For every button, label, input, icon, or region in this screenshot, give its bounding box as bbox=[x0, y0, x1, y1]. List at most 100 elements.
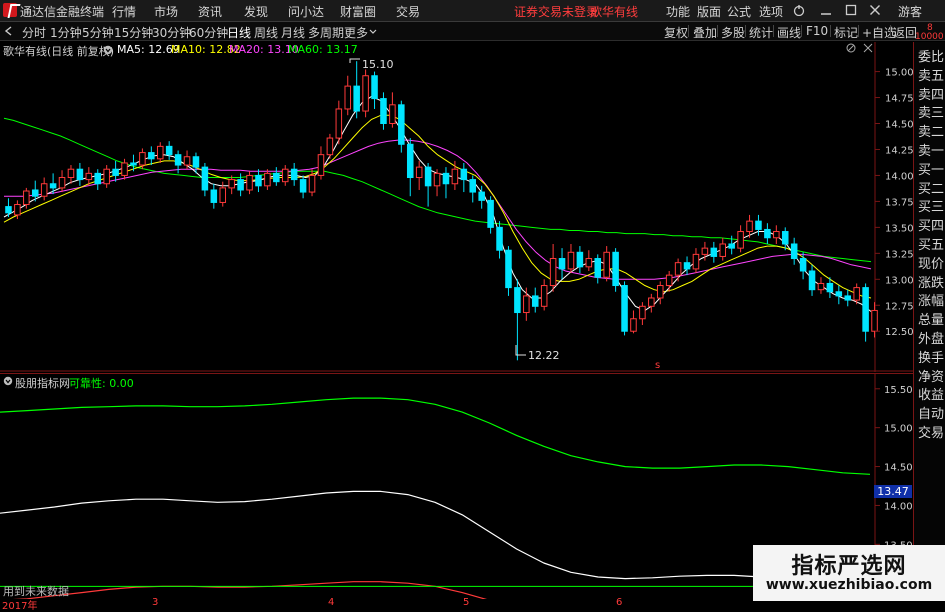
candle-down bbox=[201, 166, 209, 191]
menu-item-news[interactable]: 资讯 bbox=[198, 3, 222, 20]
quote-panel: 委比 卖五 卖四 卖三 卖二 卖一 买一 买二 买三 买四 买五 现价 涨跌 涨幅 总量 外盘 换手 净资 收益 自动… bbox=[913, 42, 945, 599]
period-more[interactable]: 更多 bbox=[344, 24, 368, 41]
candle-up bbox=[540, 285, 548, 307]
menu-item-discover[interactable]: 发现 bbox=[244, 3, 268, 20]
menu-layout[interactable]: 版面 bbox=[697, 3, 721, 20]
candle-down bbox=[531, 295, 539, 307]
btn-draw-line[interactable]: 画线 bbox=[777, 24, 801, 41]
signal-marker: s bbox=[655, 360, 660, 371]
menu-function[interactable]: 功能 bbox=[666, 3, 690, 20]
candle-down bbox=[496, 226, 503, 251]
candle-up bbox=[665, 274, 673, 287]
price-tick-label: 14.00 bbox=[885, 171, 913, 182]
period-toolbar: 分时 1分钟 5分钟 15分钟 30分钟 60分钟 日线 周线 月线 多周期 更… bbox=[0, 22, 945, 41]
period-tick[interactable]: 分时 bbox=[22, 24, 46, 41]
candle-down bbox=[781, 231, 789, 245]
candle-up bbox=[219, 187, 227, 203]
btn-overlay[interactable]: 叠加 bbox=[693, 24, 717, 41]
menu-item-quotes[interactable]: 行情 bbox=[112, 3, 136, 20]
candle-down bbox=[174, 154, 182, 166]
date-label-6: 6 bbox=[616, 597, 623, 608]
candle-up bbox=[746, 220, 753, 233]
candlesticks bbox=[5, 61, 878, 361]
chevron-down-icon[interactable] bbox=[369, 29, 377, 35]
candle-down bbox=[514, 287, 521, 314]
btn-restore-rights[interactable]: 复权 bbox=[664, 24, 688, 41]
menu-item-trade[interactable]: 交易 bbox=[396, 3, 420, 20]
candle-down bbox=[130, 162, 137, 166]
menu-item-market[interactable]: 市场 bbox=[154, 3, 178, 20]
quote-field-1: 卖五 bbox=[918, 68, 945, 84]
quote-field-12: 涨跌 bbox=[918, 275, 945, 291]
candle-up bbox=[773, 231, 780, 239]
period-multi[interactable]: 多周期 bbox=[308, 24, 344, 41]
quote-field-4: 卖二 bbox=[918, 125, 945, 141]
candle-down bbox=[558, 258, 566, 270]
price-tick-label: 13.50 bbox=[885, 223, 913, 234]
indicator-param: 可靠性: 0.00 bbox=[69, 377, 134, 390]
period-daily[interactable]: 日线 bbox=[227, 24, 251, 41]
indicator-white-line bbox=[0, 490, 871, 586]
candle-up bbox=[701, 247, 709, 255]
candle-down bbox=[469, 179, 477, 193]
candle-up bbox=[656, 285, 664, 299]
candle-down bbox=[826, 282, 834, 293]
candle-up bbox=[433, 172, 441, 187]
candle-down bbox=[94, 172, 102, 185]
candle-up bbox=[719, 243, 727, 257]
chart-settings-icon[interactable] bbox=[846, 43, 856, 53]
candle-up bbox=[14, 204, 21, 216]
quote-field-8: 买三 bbox=[918, 200, 945, 216]
candle-up bbox=[853, 287, 860, 301]
candle-down bbox=[49, 183, 57, 189]
candle-up bbox=[183, 156, 191, 166]
guest-label[interactable]: 游客 bbox=[898, 3, 922, 20]
price-chart[interactable]: 15.00 14.75 14.50 14.25 14.00 13.75 13.50 13.25… bbox=[0, 42, 913, 372]
candle-up bbox=[156, 145, 164, 160]
back-arrow-icon[interactable] bbox=[4, 26, 14, 36]
price-tick-label: 12.75 bbox=[885, 301, 913, 312]
login-notice[interactable]: 证券交易未登录 bbox=[514, 3, 598, 20]
watermark-title: 指标严选网 bbox=[791, 554, 907, 579]
period-15min[interactable]: 15分钟 bbox=[114, 24, 153, 41]
menu-item-wealth[interactable]: 财富圈 bbox=[340, 3, 376, 20]
candle-up bbox=[326, 137, 334, 156]
maximize-icon[interactable] bbox=[845, 4, 857, 16]
period-30min[interactable]: 30分钟 bbox=[152, 24, 191, 41]
watermark-url: www.xuezhibiao.com bbox=[765, 577, 933, 593]
btn-multi-stock[interactable]: 多股 bbox=[721, 24, 745, 41]
period-1min[interactable]: 1分钟 bbox=[50, 24, 82, 41]
btn-stats[interactable]: 统计 bbox=[749, 24, 773, 41]
menu-formula[interactable]: 公式 bbox=[727, 3, 751, 20]
date-label-2017: 2017年 bbox=[2, 601, 38, 612]
btn-return[interactable]: 返回 bbox=[893, 24, 917, 41]
quote-field-14: 总量 bbox=[918, 313, 945, 329]
candle-up bbox=[281, 168, 289, 183]
period-5min[interactable]: 5分钟 bbox=[82, 24, 114, 41]
btn-mark[interactable]: 标记 bbox=[834, 24, 858, 41]
candle-up bbox=[817, 282, 825, 291]
candle-down bbox=[237, 179, 244, 191]
candle-up bbox=[871, 309, 878, 332]
candle-up bbox=[103, 168, 110, 185]
period-weekly[interactable]: 周线 bbox=[254, 24, 278, 41]
candle-down bbox=[299, 179, 307, 193]
low-price-label: 12.22 bbox=[528, 349, 560, 362]
indicator-toggle-icon[interactable] bbox=[3, 376, 13, 386]
quote-field-11: 现价 bbox=[918, 256, 945, 272]
legend-toggle-icon[interactable] bbox=[103, 45, 113, 55]
price-tick-label: 13.75 bbox=[885, 197, 913, 208]
quote-field-6: 买一 bbox=[918, 162, 945, 178]
quote-field-18: 收益 bbox=[918, 388, 945, 404]
candle-down bbox=[76, 168, 84, 181]
minimize-icon[interactable] bbox=[820, 4, 832, 16]
period-monthly[interactable]: 月线 bbox=[281, 24, 305, 41]
chart-title: 歌华有线(日线 前复权) bbox=[3, 45, 115, 58]
chart-close-icon[interactable] bbox=[863, 43, 873, 53]
menu-options[interactable]: 选项 bbox=[759, 3, 783, 20]
btn-f10[interactable]: F10 bbox=[806, 24, 828, 38]
headset-icon[interactable] bbox=[793, 4, 805, 16]
close-icon[interactable] bbox=[869, 4, 881, 16]
menu-item-ask[interactable]: 问小达 bbox=[288, 3, 324, 20]
period-60min[interactable]: 60分钟 bbox=[189, 24, 228, 41]
